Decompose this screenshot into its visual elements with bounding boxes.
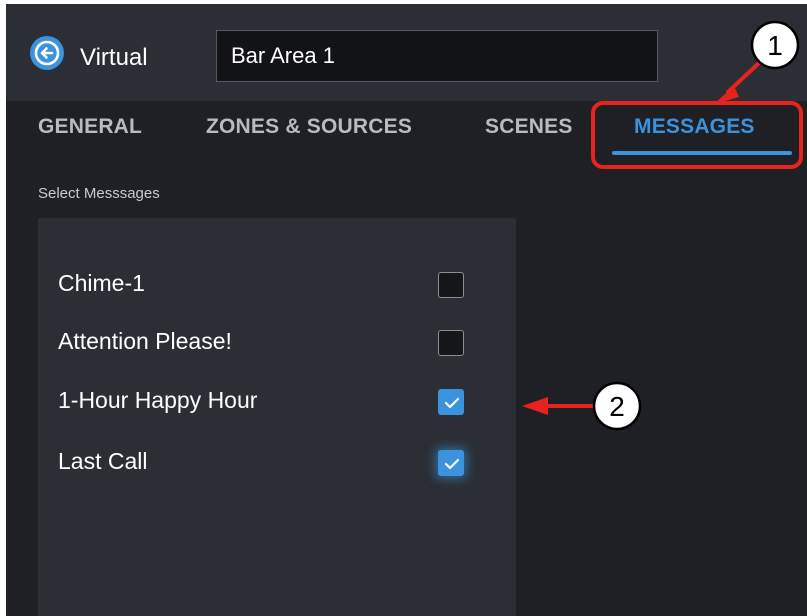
back-button[interactable]: [30, 36, 64, 70]
header-bar: Virtual: [6, 4, 807, 101]
message-label: Attention Please!: [58, 328, 232, 354]
tab-bar: GENERAL ZONES & SOURCES SCENES MESSAGES: [6, 101, 807, 167]
tab-zones-sources[interactable]: ZONES & SOURCES: [206, 115, 412, 139]
message-label: Last Call: [58, 448, 148, 474]
message-row-last-call: Last Call: [38, 442, 516, 482]
message-row-attention-please: Attention Please!: [38, 322, 516, 362]
virtual-label: Virtual: [80, 44, 148, 71]
message-row-happy-hour: 1-Hour Happy Hour: [38, 381, 516, 421]
messages-panel: Chime-1 Attention Please! 1-Hour Happy H…: [38, 218, 516, 616]
message-checkbox-happy-hour[interactable]: [438, 389, 464, 415]
message-label: Chime-1: [58, 270, 145, 296]
message-label: 1-Hour Happy Hour: [58, 387, 258, 413]
message-row-chime-1: Chime-1: [38, 264, 516, 304]
checkmark-icon: [444, 397, 460, 409]
tab-general[interactable]: GENERAL: [38, 115, 142, 139]
section-label: Select Messsages: [38, 185, 160, 202]
checkmark-icon: [444, 458, 460, 470]
message-checkbox-attention-please[interactable]: [438, 330, 464, 356]
tab-messages[interactable]: MESSAGES: [634, 115, 755, 139]
virtual-name-input[interactable]: [216, 30, 658, 82]
message-checkbox-chime-1[interactable]: [438, 272, 464, 298]
active-tab-indicator: [612, 151, 792, 155]
app-window: Virtual GENERAL ZONES & SOURCES SCENES M…: [6, 4, 807, 616]
arrow-left-icon: [34, 40, 60, 66]
tab-scenes[interactable]: SCENES: [485, 115, 573, 139]
message-checkbox-last-call[interactable]: [438, 450, 464, 476]
